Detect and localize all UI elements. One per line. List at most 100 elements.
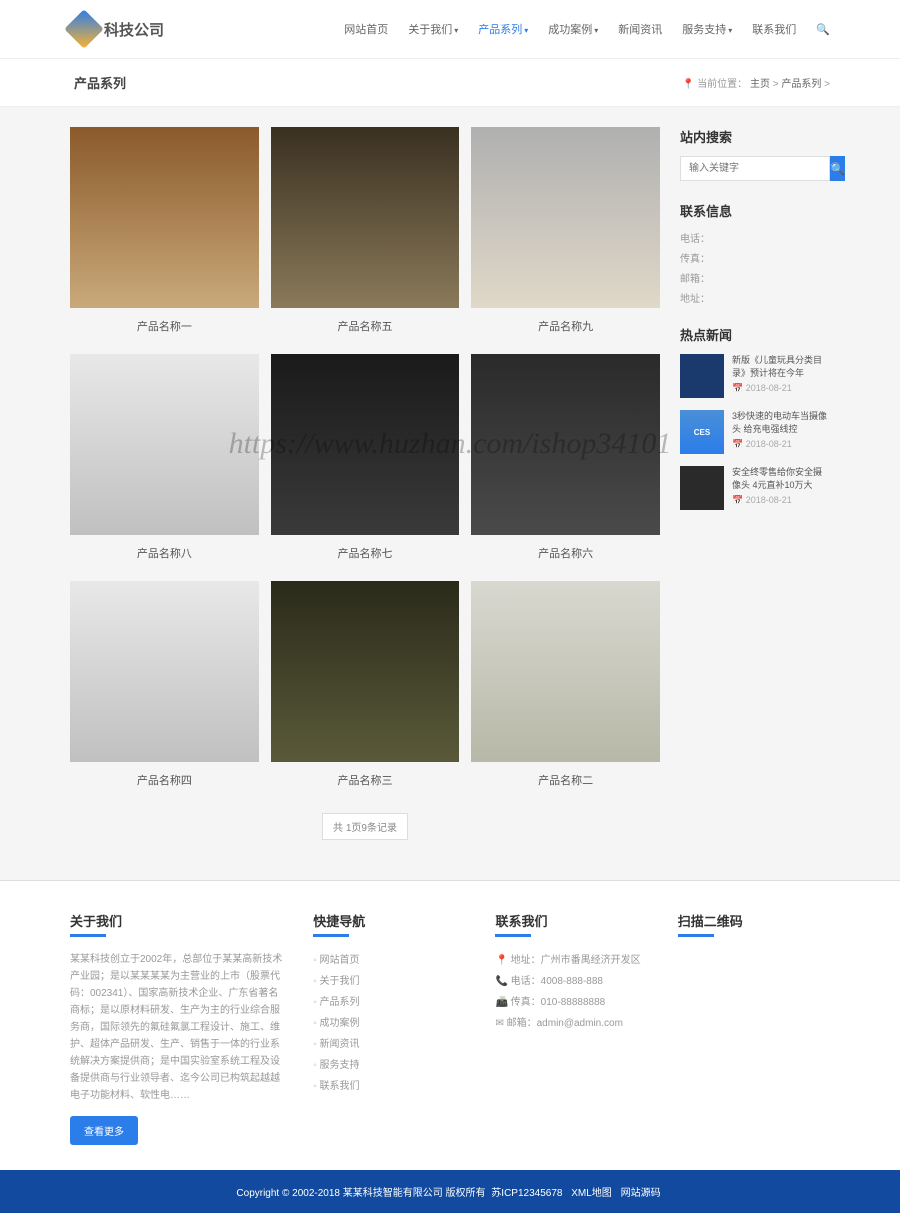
footer-link[interactable]: 关于我们 [313, 972, 465, 987]
contact-line: 📍 地址：广州市番禺经济开发区 [495, 951, 647, 966]
search-box: 🔍 [680, 156, 830, 181]
footer-contact: 联系我们 📍 地址：广州市番禺经济开发区📞 电话：4008-888-888📠 传… [495, 911, 647, 1145]
pagination-info: 共 1页9条记录 [322, 813, 408, 840]
product-title: 产品名称四 [70, 772, 259, 788]
product-title: 产品名称三 [271, 772, 460, 788]
footer-link[interactable]: 新闻资讯 [313, 1035, 465, 1050]
nav-products[interactable]: 产品系列▾ [478, 21, 528, 37]
contact-line: ✉ 邮箱：admin@admin.com [495, 1014, 647, 1029]
contact-phone: 电话： [680, 230, 830, 245]
news-image [680, 466, 724, 510]
product-title: 产品名称九 [471, 318, 660, 334]
product-image [471, 127, 660, 308]
nav-cases[interactable]: 成功案例▾ [548, 21, 598, 37]
contact-title: 联系信息 [680, 201, 830, 220]
footer-link[interactable]: 产品系列 [313, 993, 465, 1008]
product-title: 产品名称七 [271, 545, 460, 561]
location-icon: 📍 [682, 79, 697, 90]
product-title: 产品名称八 [70, 545, 259, 561]
contact-line: 📞 电话：4008-888-888 [495, 972, 647, 987]
breadcrumb-bar: 产品系列 📍 当前位置： 主页 > 产品系列 > [0, 58, 900, 107]
footer-link[interactable]: 联系我们 [313, 1077, 465, 1092]
logo[interactable]: 科技公司 [70, 15, 164, 43]
product-item[interactable]: 产品名称三 [271, 581, 460, 788]
product-image [70, 581, 259, 762]
breadcrumb: 📍 当前位置： 主页 > 产品系列 > [682, 75, 830, 90]
chevron-down-icon: ▾ [594, 26, 598, 35]
news-date: 📅 2018-08-21 [732, 439, 830, 450]
product-image [271, 354, 460, 535]
footer-qr: 扫描二维码 [678, 911, 830, 1145]
news-image [680, 354, 724, 398]
product-title: 产品名称六 [471, 545, 660, 561]
contact-email: 邮箱： [680, 270, 830, 285]
product-item[interactable]: 产品名称六 [471, 354, 660, 561]
sidebar: 站内搜索 🔍 联系信息 电话： 传真： 邮箱： 地址： 热点新闻 新版《儿童玩具… [680, 127, 830, 840]
search-icon: 🔍 [830, 162, 845, 176]
product-image [471, 354, 660, 535]
nav-service[interactable]: 服务支持▾ [682, 21, 732, 37]
nav-news[interactable]: 新闻资讯 [618, 21, 662, 37]
product-item[interactable]: 产品名称四 [70, 581, 259, 788]
product-item[interactable]: 产品名称五 [271, 127, 460, 334]
source-link[interactable]: 网站源码 [621, 1188, 661, 1199]
breadcrumb-home[interactable]: 主页 [750, 79, 770, 90]
product-item[interactable]: 产品名称九 [471, 127, 660, 334]
product-item[interactable]: 产品名称一 [70, 127, 259, 334]
product-grid: 产品名称一产品名称五产品名称九产品名称八产品名称七产品名称六产品名称四产品名称三… [70, 127, 660, 788]
breadcrumb-current[interactable]: 产品系列 [781, 79, 821, 90]
search-title: 站内搜索 [680, 127, 830, 146]
product-image [70, 127, 259, 308]
chevron-down-icon: ▾ [728, 26, 732, 35]
pagination: 共 1页9条记录 [70, 813, 660, 840]
product-image [271, 581, 460, 762]
news-item[interactable]: 安全终零售给你安全摄像头 4元直补10万大 📅 2018-08-21 [680, 466, 830, 510]
news-image: CES [680, 410, 724, 454]
product-image [271, 127, 460, 308]
contact-address: 地址： [680, 290, 830, 305]
news-title: 安全终零售给你安全摄像头 4元直补10万大 [732, 466, 830, 491]
search-input[interactable] [680, 156, 830, 181]
footer-quicknav: 快捷导航 网站首页关于我们产品系列成功案例新闻资讯服务支持联系我们 [313, 911, 465, 1145]
product-title: 产品名称二 [471, 772, 660, 788]
news-title: 3秒快速的电动车当摄像头 给充电强线控 [732, 410, 830, 435]
icp-link[interactable]: 苏ICP12345678 [491, 1188, 562, 1199]
search-icon[interactable]: 🔍 [816, 23, 830, 36]
xml-link[interactable]: XML地图 [571, 1188, 612, 1199]
product-item[interactable]: 产品名称八 [70, 354, 259, 561]
nav-home[interactable]: 网站首页 [344, 21, 388, 37]
logo-text: 科技公司 [104, 19, 164, 40]
product-item[interactable]: 产品名称七 [271, 354, 460, 561]
chevron-down-icon: ▾ [524, 26, 528, 35]
footer-link[interactable]: 服务支持 [313, 1056, 465, 1071]
chevron-down-icon: ▾ [454, 26, 458, 35]
product-content: 产品名称一产品名称五产品名称九产品名称八产品名称七产品名称六产品名称四产品名称三… [70, 127, 660, 840]
product-image [471, 581, 660, 762]
logo-icon [64, 9, 104, 49]
product-item[interactable]: 产品名称二 [471, 581, 660, 788]
hotnews-title: 热点新闻 [680, 325, 830, 344]
news-item[interactable]: CES 3秒快速的电动车当摄像头 给充电强线控 📅 2018-08-21 [680, 410, 830, 454]
news-list: 新版《儿童玩具分类目录》预计将在今年 📅 2018-08-21 CES 3秒快速的电动… [680, 354, 830, 510]
more-button[interactable]: 查看更多 [70, 1116, 138, 1145]
news-item[interactable]: 新版《儿童玩具分类目录》预计将在今年 📅 2018-08-21 [680, 354, 830, 398]
footer-link[interactable]: 成功案例 [313, 1014, 465, 1029]
product-title: 产品名称五 [271, 318, 460, 334]
header: 科技公司 网站首页 关于我们▾ 产品系列▾ 成功案例▾ 新闻资讯 服务支持▾ 联… [0, 0, 900, 58]
footer: 关于我们 某某科技创立于2002年，总部位于某某高新技术产业园；是以某某某某为主… [0, 880, 900, 1170]
footer-link[interactable]: 网站首页 [313, 951, 465, 966]
news-date: 📅 2018-08-21 [732, 495, 830, 506]
nav-contact[interactable]: 联系我们 [752, 21, 796, 37]
main-nav: 网站首页 关于我们▾ 产品系列▾ 成功案例▾ 新闻资讯 服务支持▾ 联系我们 🔍 [344, 21, 830, 37]
contact-fax: 传真： [680, 250, 830, 265]
footer-about: 关于我们 某某科技创立于2002年，总部位于某某高新技术产业园；是以某某某某为主… [70, 911, 283, 1145]
page-title: 产品系列 [74, 73, 126, 92]
news-date: 📅 2018-08-21 [732, 383, 830, 394]
product-title: 产品名称一 [70, 318, 259, 334]
nav-about[interactable]: 关于我们▾ [408, 21, 458, 37]
product-image [70, 354, 259, 535]
contact-line: 📠 传真：010-88888888 [495, 993, 647, 1008]
news-title: 新版《儿童玩具分类目录》预计将在今年 [732, 354, 830, 379]
search-button[interactable]: 🔍 [830, 156, 845, 181]
copyright-bar: Copyright © 2002-2018 某某科技智能有限公司 版权所有 苏I… [0, 1170, 900, 1213]
